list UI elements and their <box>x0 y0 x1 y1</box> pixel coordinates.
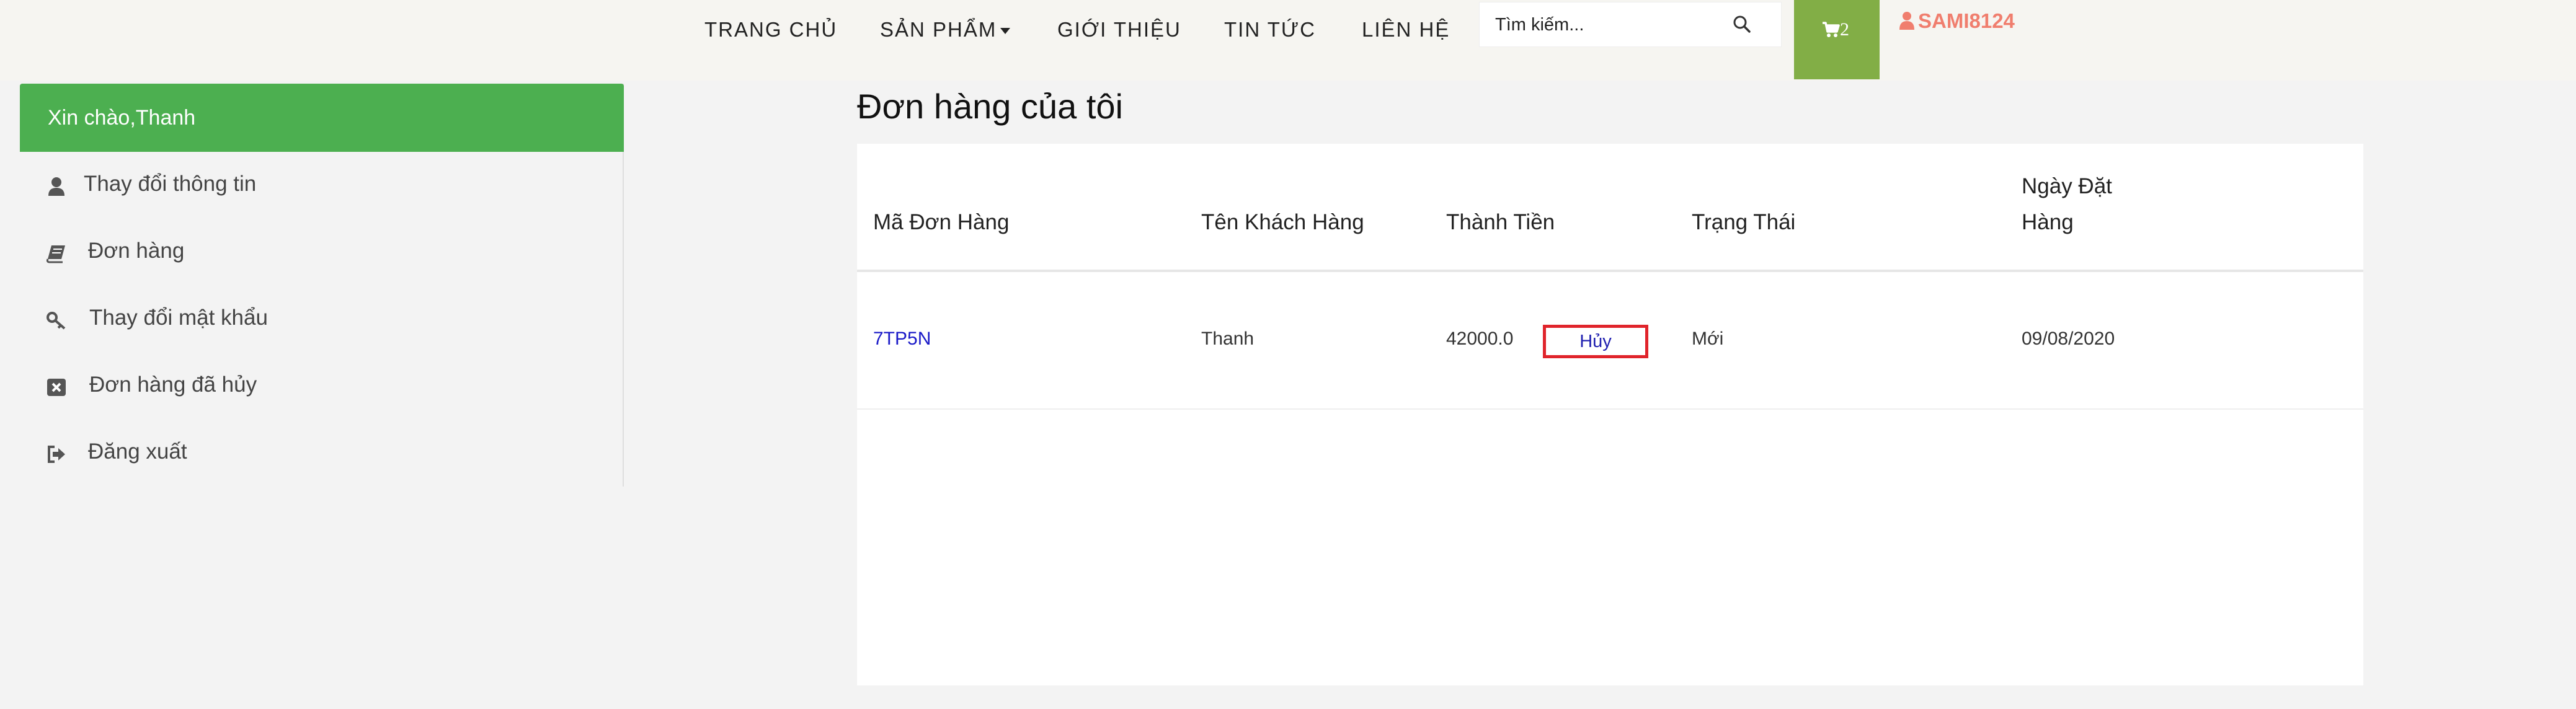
nav-products[interactable]: SẢN PHẨM <box>880 18 1011 42</box>
caret-down-icon <box>1000 28 1011 35</box>
nav-news[interactable]: TIN TỨC <box>1224 18 1316 42</box>
close-square-icon <box>46 377 67 398</box>
page-title: Đơn hàng của tôi <box>857 87 1123 126</box>
column-header-date: Ngày Đặt Hàng <box>2022 169 2112 240</box>
column-header-code: Mã Đơn Hàng <box>873 210 1010 234</box>
row-divider <box>857 408 2363 410</box>
sidebar-item-orders[interactable]: Đơn hàng <box>20 219 623 286</box>
sidebar-greeting: Xin chào,Thanh <box>20 84 624 152</box>
cancel-order-button[interactable]: Hủy <box>1543 325 1648 358</box>
username: SAMI8124 <box>1918 9 2015 32</box>
column-header-customer: Tên Khách Hàng <box>1201 210 1364 234</box>
nav-products-label: SẢN PHẨM <box>880 18 997 41</box>
top-navbar: TRANG CHỦ SẢN PHẨM GIỚI THIỆU TIN TỨC LI… <box>0 0 2576 81</box>
sidebar-item-change-password[interactable]: Thay đổi mật khẩu <box>20 286 623 353</box>
column-header-status: Trạng Thái <box>1692 210 1796 234</box>
sidebar-item-logout[interactable]: Đăng xuất <box>20 420 623 487</box>
search-input[interactable] <box>1480 2 1728 48</box>
user-menu[interactable]: SAMI8124 <box>1899 9 2015 35</box>
order-code-link[interactable]: 7TP5N <box>873 328 931 350</box>
cart-button[interactable]: 2 <box>1794 0 1880 79</box>
column-header-date-line1: Ngày Đặt <box>2022 174 2112 198</box>
customer-name-cell: Thanh <box>1201 328 1255 349</box>
sidebar-item-label: Đăng xuất <box>88 439 187 464</box>
status-cell: Mới <box>1692 328 1724 349</box>
orders-table: Mã Đơn Hàng Tên Khách Hàng Thành Tiền Tr… <box>857 144 2363 685</box>
column-header-total: Thành Tiền <box>1446 210 1555 234</box>
nav-contact[interactable]: LIÊN HỆ <box>1362 18 1450 42</box>
user-icon <box>1899 11 1914 35</box>
header-divider <box>857 270 2363 272</box>
sidebar-item-cancelled-orders[interactable]: Đơn hàng đã hủy <box>20 353 623 420</box>
cart-count-badge: 2 <box>1840 19 1849 40</box>
nav-home[interactable]: TRANG CHỦ <box>704 18 837 42</box>
sign-out-icon <box>46 444 67 465</box>
user-icon <box>46 176 67 197</box>
column-header-date-line2: Hàng <box>2022 210 2074 234</box>
order-date-cell: 09/08/2020 <box>2022 328 2115 349</box>
sidebar-item-label: Thay đổi thông tin <box>84 172 257 196</box>
nav-about[interactable]: GIỚI THIỆU <box>1057 18 1181 42</box>
sidebar-item-label: Đơn hàng đã hủy <box>89 372 257 397</box>
account-sidebar: Xin chào,Thanh Thay đổi thông tin Đơn hà… <box>20 84 624 487</box>
search-icon[interactable] <box>1730 12 1755 37</box>
cart-icon <box>1821 20 1840 42</box>
book-icon <box>46 243 67 264</box>
key-icon <box>46 310 67 331</box>
total-cell: 42000.0 <box>1446 328 1514 349</box>
sidebar-item-label: Thay đổi mật khẩu <box>89 306 268 330</box>
sidebar-item-label: Đơn hàng <box>88 239 185 263</box>
sidebar-item-edit-info[interactable]: Thay đổi thông tin <box>20 152 623 219</box>
